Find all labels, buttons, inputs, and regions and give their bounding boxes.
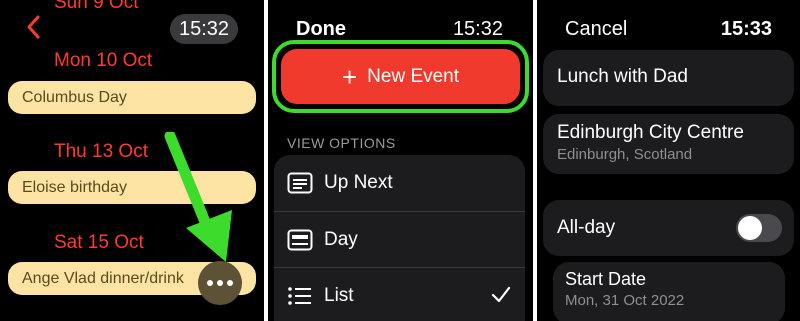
location-name: Edinburgh City Centre: [557, 122, 744, 143]
start-date-label: Start Date: [565, 269, 647, 289]
day-view-icon: [286, 227, 314, 253]
ellipsis-icon: [207, 280, 213, 286]
event-title: Lunch with Dad: [557, 66, 688, 87]
all-day-row: All-day: [543, 200, 794, 256]
more-options-button[interactable]: [198, 261, 242, 305]
clock-time: 15:33: [720, 18, 772, 40]
date-header: Mon 10 Oct: [54, 50, 153, 71]
date-header: Thu 13 Oct: [54, 141, 148, 162]
up-next-icon: [286, 170, 314, 196]
location-field[interactable]: Edinburgh City Centre Edinburgh, Scotlan…: [543, 114, 794, 174]
date-header: Sat 15 Oct: [54, 232, 144, 253]
event-title-field[interactable]: Lunch with Dad: [543, 50, 794, 106]
location-detail: Edinburgh, Scotland: [557, 146, 693, 163]
clock-time: 15:32: [170, 14, 238, 44]
highlight-frame: + New Event: [272, 40, 529, 113]
option-up-next[interactable]: Up Next: [274, 155, 525, 211]
option-label: List: [324, 284, 354, 306]
new-event-label: New Event: [367, 65, 460, 87]
start-date-field[interactable]: Start Date Mon, 31 Oct 2022: [553, 262, 785, 321]
cancel-button[interactable]: Cancel: [565, 18, 627, 41]
new-event-button[interactable]: + New Event: [281, 49, 520, 104]
date-header: Sun 9 Oct: [54, 0, 139, 13]
checkmark-icon: [491, 286, 511, 303]
section-header: VIEW OPTIONS: [287, 135, 396, 151]
start-date-value: Mon, 31 Oct 2022: [565, 292, 685, 309]
event-item[interactable]: Columbus Day: [8, 81, 256, 114]
new-event-form-screen: Cancel 15:33 Lunch with Dad Edinburgh Ci…: [537, 0, 800, 321]
toggle-knob: [738, 216, 762, 240]
plus-icon: +: [341, 61, 358, 92]
all-day-toggle[interactable]: [736, 214, 782, 242]
view-options-screen: Done 15:32 + New Event VIEW OPTIONS Up N…: [268, 0, 533, 321]
done-button[interactable]: Done: [296, 18, 346, 41]
calendar-list-screen: Sun 9 Oct 15:32 Mon 10 Oct Columbus Day …: [0, 0, 264, 321]
back-chevron-icon[interactable]: [22, 13, 46, 41]
view-options-list: Up Next Day List: [274, 155, 525, 321]
option-list[interactable]: List: [274, 267, 525, 321]
list-icon: [286, 283, 314, 309]
clock-time: 15:32: [452, 18, 503, 40]
arrow-annotation-icon: [164, 132, 232, 262]
option-day[interactable]: Day: [274, 211, 525, 267]
option-label: Day: [324, 228, 358, 250]
option-label: Up Next: [324, 172, 393, 193]
